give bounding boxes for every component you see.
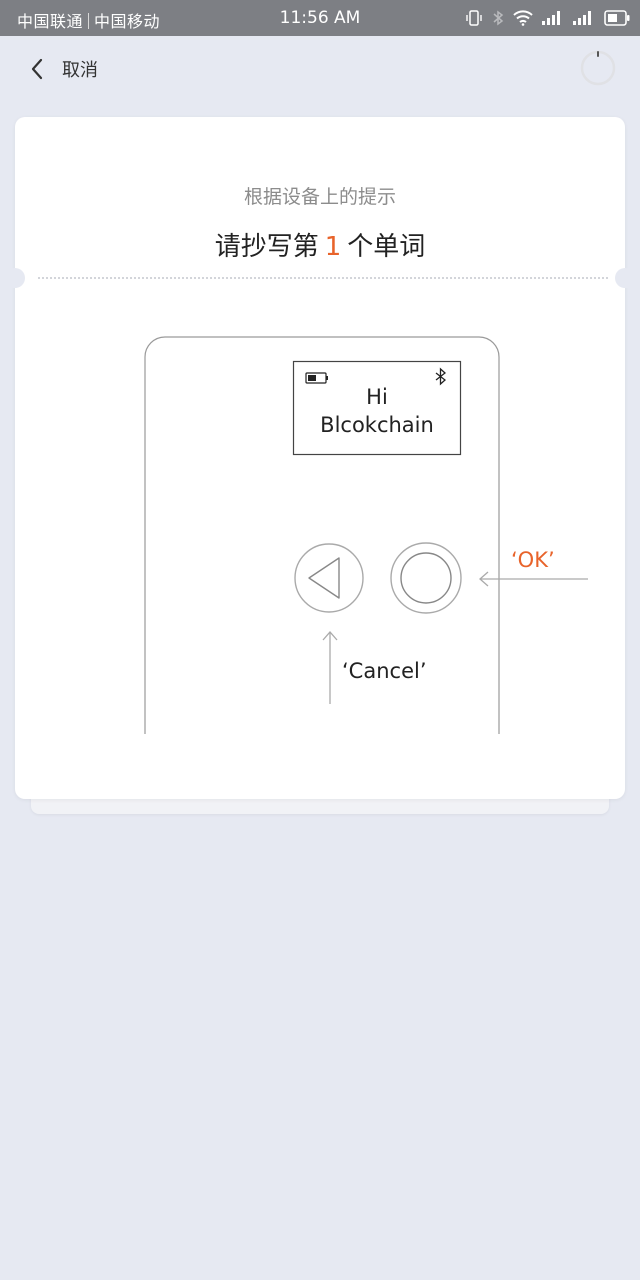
battery-icon <box>604 10 630 26</box>
back-label: 取消 <box>62 60 98 81</box>
chevron-left-icon <box>31 58 43 80</box>
signal-icon-1 <box>542 11 560 25</box>
instruction-prefix: 请抄写第 <box>214 232 319 262</box>
nav-bar: 取消 <box>0 36 640 102</box>
screen-text-line-2: Blcokchain <box>320 413 434 437</box>
vibrate-icon <box>466 10 482 26</box>
hint-text: 根据设备上的提示 <box>243 186 396 208</box>
status-bar: 中国联通 中国移动 11:56 AM <box>0 0 640 36</box>
screen-text-line-1: Hi <box>366 385 388 409</box>
ok-label: ‘OK’ <box>511 548 555 572</box>
loading-spinner-icon <box>580 50 616 86</box>
cancel-back-button[interactable]: 取消 <box>26 54 98 84</box>
instruction-title: 请抄写第 1 个单词 <box>0 226 640 263</box>
bluetooth-icon <box>493 10 504 26</box>
instruction-card <box>15 117 625 799</box>
cancel-label: ‘Cancel’ <box>342 659 427 683</box>
signal-icon-2 <box>573 11 591 25</box>
card-notch-right <box>615 268 635 288</box>
wifi-icon <box>513 10 533 26</box>
word-number: 1 <box>324 232 342 262</box>
instruction-suffix: 个单词 <box>347 232 426 262</box>
status-icons <box>465 7 630 29</box>
card-notch-left <box>5 268 25 288</box>
dotted-divider <box>38 277 608 279</box>
